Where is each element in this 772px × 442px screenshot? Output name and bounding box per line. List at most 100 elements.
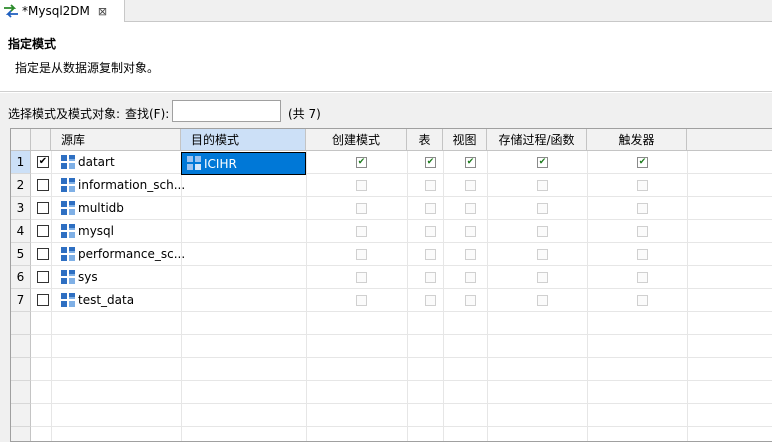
proc-checkbox[interactable] bbox=[537, 226, 548, 237]
create-checkbox[interactable]: ✔ bbox=[356, 157, 367, 168]
row-select-checkbox[interactable] bbox=[37, 271, 49, 283]
column-header-create-schema[interactable]: 创建模式 bbox=[306, 129, 407, 151]
row-number[interactable] bbox=[11, 404, 31, 427]
view-checkbox[interactable] bbox=[465, 180, 476, 191]
row-number[interactable]: 3 bbox=[11, 197, 31, 220]
source-schema-name: mysql bbox=[78, 224, 114, 238]
view-checkbox[interactable] bbox=[465, 203, 476, 214]
view-checkbox[interactable] bbox=[465, 226, 476, 237]
wizard-header: 指定模式 指定是从数据源复制对象。 bbox=[0, 23, 772, 92]
row-select-checkbox[interactable]: ✔ bbox=[37, 156, 49, 168]
proc-checkbox[interactable] bbox=[537, 180, 548, 191]
grid-row-line bbox=[31, 288, 772, 289]
view-checkbox[interactable]: ✔ bbox=[465, 157, 476, 168]
row-number[interactable]: 2 bbox=[11, 174, 31, 197]
proc-checkbox[interactable] bbox=[537, 203, 548, 214]
row-select-checkbox[interactable] bbox=[37, 202, 49, 214]
grid-row-line bbox=[31, 196, 772, 197]
schema-icon bbox=[187, 156, 201, 170]
row-number[interactable]: 6 bbox=[11, 266, 31, 289]
filler-header bbox=[687, 129, 772, 151]
row-number[interactable] bbox=[11, 381, 31, 404]
grid-row-line bbox=[31, 173, 772, 174]
row-number[interactable] bbox=[11, 427, 31, 441]
table-checkbox[interactable]: ✔ bbox=[425, 157, 436, 168]
find-label: 查找(F): bbox=[125, 107, 170, 121]
table-checkbox[interactable] bbox=[425, 180, 436, 191]
view-checkbox[interactable] bbox=[465, 295, 476, 306]
create-checkbox[interactable] bbox=[356, 249, 367, 260]
column-header-target[interactable]: 目的模式 bbox=[181, 129, 306, 151]
grid-row-line bbox=[31, 380, 772, 381]
table-checkbox[interactable] bbox=[425, 272, 436, 283]
proc-checkbox[interactable]: ✔ bbox=[537, 157, 548, 168]
grid-column-line bbox=[487, 151, 488, 441]
select-column-header bbox=[31, 129, 51, 151]
trigger-checkbox[interactable] bbox=[637, 249, 648, 260]
target-schema-cell[interactable]: ICIHR bbox=[181, 152, 306, 175]
column-header-procedure[interactable]: 存储过程/函数 bbox=[487, 129, 587, 151]
proc-checkbox[interactable] bbox=[537, 272, 548, 283]
row-number[interactable]: 5 bbox=[11, 243, 31, 266]
table-checkbox[interactable] bbox=[425, 249, 436, 260]
search-input[interactable] bbox=[172, 100, 281, 122]
grid-column-line bbox=[687, 151, 688, 441]
row-number[interactable] bbox=[11, 312, 31, 335]
source-schema-name: sys bbox=[78, 270, 98, 284]
row-select-checkbox[interactable] bbox=[37, 294, 49, 306]
create-checkbox[interactable] bbox=[356, 295, 367, 306]
grid-column-line bbox=[587, 151, 588, 441]
schema-icon bbox=[61, 155, 75, 169]
row-number[interactable] bbox=[11, 335, 31, 358]
table-checkbox[interactable] bbox=[425, 295, 436, 306]
table-checkbox[interactable] bbox=[425, 226, 436, 237]
view-checkbox[interactable] bbox=[465, 272, 476, 283]
row-number[interactable]: 7 bbox=[11, 289, 31, 312]
tab-title: *Mysql2DM bbox=[22, 4, 90, 18]
create-checkbox[interactable] bbox=[356, 272, 367, 283]
trigger-checkbox[interactable] bbox=[637, 295, 648, 306]
schema-icon bbox=[61, 224, 75, 238]
trigger-checkbox[interactable] bbox=[637, 272, 648, 283]
trigger-checkbox[interactable] bbox=[637, 180, 648, 191]
row-number[interactable]: 1 bbox=[11, 151, 31, 174]
trigger-checkbox[interactable] bbox=[637, 203, 648, 214]
filter-label: 选择模式及模式对象: bbox=[8, 107, 121, 121]
grid-row-line bbox=[31, 403, 772, 404]
row-select-checkbox[interactable] bbox=[37, 179, 49, 191]
create-checkbox[interactable] bbox=[356, 180, 367, 191]
column-header-trigger[interactable]: 触发器 bbox=[587, 129, 687, 151]
page-title: 指定模式 bbox=[8, 37, 57, 51]
source-schema-name: multidb bbox=[78, 201, 124, 215]
grid-row-line bbox=[31, 334, 772, 335]
row-select-checkbox[interactable] bbox=[37, 248, 49, 260]
proc-checkbox[interactable] bbox=[537, 249, 548, 260]
source-schema-name: test_data bbox=[78, 293, 135, 307]
main-panel: 选择模式及模式对象: 查找(F): (共 7) 源库 目的模式 创建模式 表 视… bbox=[0, 93, 772, 442]
column-header-source[interactable]: 源库 bbox=[51, 129, 181, 151]
schema-icon bbox=[61, 247, 75, 261]
create-checkbox[interactable] bbox=[356, 203, 367, 214]
create-checkbox[interactable] bbox=[356, 226, 367, 237]
column-header-table[interactable]: 表 bbox=[407, 129, 443, 151]
trigger-checkbox[interactable] bbox=[637, 226, 648, 237]
schema-icon bbox=[61, 178, 75, 192]
grid-row-line bbox=[31, 311, 772, 312]
grid-column-line bbox=[443, 151, 444, 441]
row-select-checkbox[interactable] bbox=[37, 225, 49, 237]
proc-checkbox[interactable] bbox=[537, 295, 548, 306]
view-checkbox[interactable] bbox=[465, 249, 476, 260]
close-icon[interactable]: ⊠ bbox=[98, 5, 107, 18]
row-number[interactable]: 4 bbox=[11, 220, 31, 243]
column-header-view[interactable]: 视图 bbox=[443, 129, 487, 151]
row-number[interactable] bbox=[11, 358, 31, 381]
trigger-checkbox[interactable]: ✔ bbox=[637, 157, 648, 168]
schema-icon bbox=[61, 270, 75, 284]
grid-row-line bbox=[31, 357, 772, 358]
source-schema-name: datart bbox=[78, 155, 115, 169]
table-checkbox[interactable] bbox=[425, 203, 436, 214]
grid-row-line bbox=[31, 265, 772, 266]
schema-icon bbox=[61, 293, 75, 307]
tab-mysql2dm[interactable]: *Mysql2DM ⊠ bbox=[0, 0, 125, 22]
source-schema-name: information_sch... bbox=[78, 178, 186, 192]
